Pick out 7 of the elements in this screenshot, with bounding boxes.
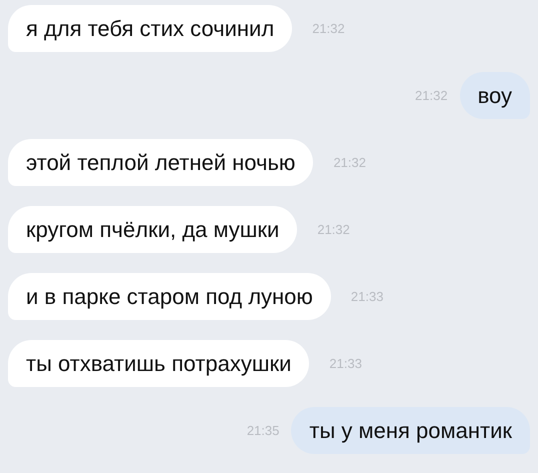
message-bubble: я для тебя стих сочинил	[8, 5, 292, 52]
message-bubble: ты у меня романтик	[291, 407, 530, 454]
message-bubble: ты отхватишь потрахушки	[8, 340, 310, 387]
message-bubble: кругом пчёлки, да мушки	[8, 206, 298, 253]
message-bubble: воу	[460, 72, 530, 119]
message-bubble: этой теплой летней ночью	[8, 139, 314, 186]
message-bubble: и в парке старом под луною	[8, 273, 331, 320]
